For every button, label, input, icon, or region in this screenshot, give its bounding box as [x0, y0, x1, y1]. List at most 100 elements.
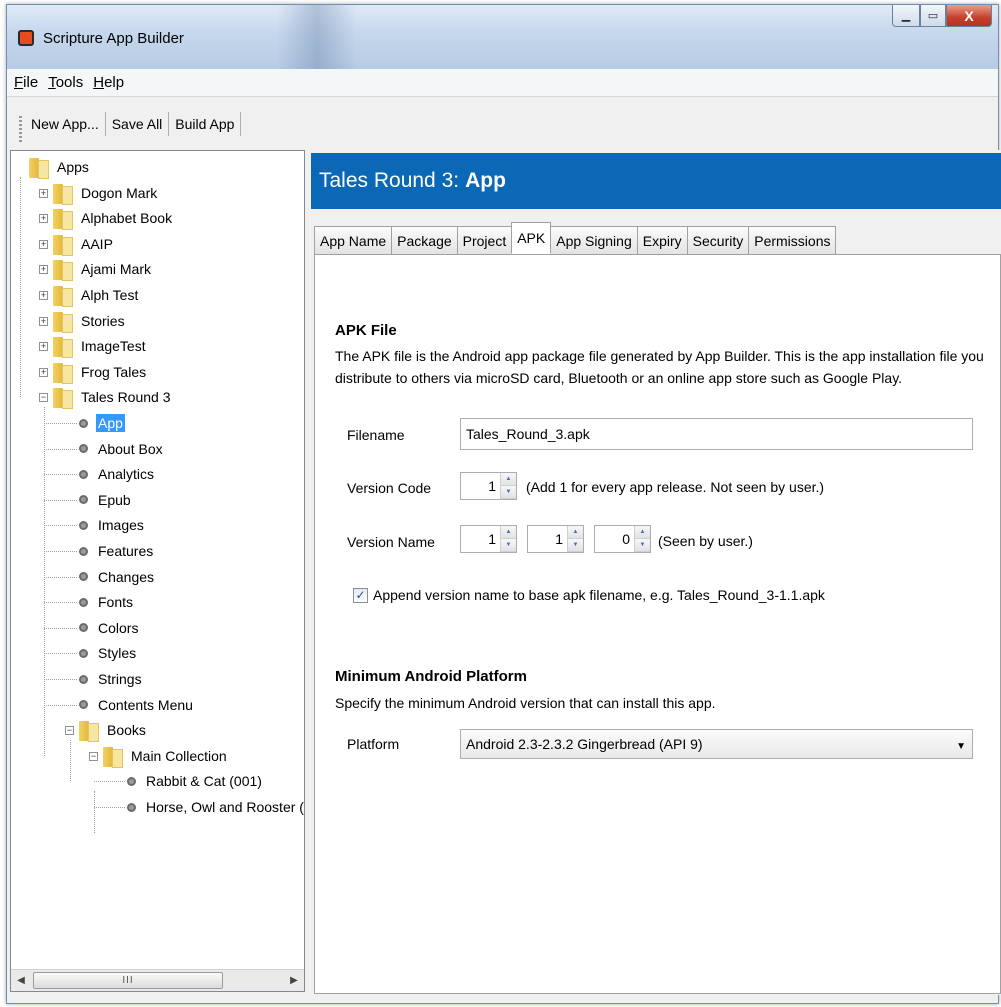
- tree-connector: [94, 807, 125, 808]
- collapse-icon[interactable]: −: [89, 751, 98, 761]
- app-tree[interactable]: Apps Dogon Mark + Alphabet Book + AAIP + Ajami …: [10, 150, 305, 992]
- expand-icon[interactable]: +: [39, 214, 48, 224]
- scroll-right-icon[interactable]: ▶: [284, 970, 304, 991]
- folder-icon: [103, 745, 123, 768]
- page-bullet-icon: [79, 648, 88, 658]
- tree-app-page[interactable]: Colors: [79, 616, 140, 640]
- tree-app-page[interactable]: Styles: [79, 641, 138, 665]
- expand-icon[interactable]: +: [39, 291, 48, 300]
- spin-down-icon[interactable]: ▼: [568, 539, 583, 552]
- title-bar[interactable]: Scripture App Builder ▁ ▭ X: [7, 5, 998, 69]
- tree-app-page[interactable]: Strings: [79, 667, 144, 691]
- tab-app-signing[interactable]: App Signing: [550, 226, 638, 254]
- folder-icon: [53, 182, 73, 205]
- tab-apk[interactable]: APK: [511, 222, 552, 254]
- expand-icon[interactable]: +: [39, 316, 48, 326]
- tree-book-item[interactable]: Horse, Owl and Rooster (: [127, 795, 304, 819]
- build-app-button[interactable]: Build App: [169, 112, 242, 136]
- save-all-button[interactable]: Save All: [106, 112, 170, 136]
- tree-app-page[interactable]: Contents Menu: [79, 693, 195, 717]
- tree-app-page[interactable]: Images: [79, 513, 146, 537]
- tree-app-page[interactable]: Changes: [79, 565, 156, 589]
- menu-file[interactable]: File: [14, 74, 38, 91]
- tree-app-item[interactable]: Ajami Mark: [53, 257, 153, 282]
- tab-app-name[interactable]: App Name: [314, 226, 393, 254]
- spin-down-icon[interactable]: ▼: [635, 539, 650, 552]
- collapse-icon[interactable]: −: [39, 393, 48, 403]
- tree-node-label: Rabbit & Cat (001): [146, 773, 262, 790]
- tree-app-item[interactable]: Alphabet Book: [53, 206, 174, 231]
- tree-book-item[interactable]: Rabbit & Cat (001): [127, 769, 264, 793]
- collapse-icon[interactable]: −: [65, 726, 74, 736]
- tree-app-item[interactable]: Frog Tales: [53, 360, 148, 384]
- tree-connector: [44, 679, 77, 680]
- filename-input[interactable]: Tales_Round_3.apk: [460, 418, 973, 450]
- tree-app-page[interactable]: About Box: [79, 437, 165, 461]
- version-name-minor-stepper[interactable]: 1 ▲ ▼: [527, 525, 584, 553]
- tree-books-folder[interactable]: Books: [79, 718, 148, 743]
- scroll-left-icon[interactable]: ◀: [11, 970, 31, 991]
- tree-connector: [94, 781, 125, 783]
- maximize-button[interactable]: ▭: [920, 5, 946, 27]
- page-bullet-icon: [79, 674, 88, 684]
- version-code-value: 1: [488, 478, 496, 494]
- tab-permissions[interactable]: Permissions: [748, 226, 837, 254]
- toolbar-grip[interactable]: [19, 116, 22, 142]
- tree-node-label: Main Collection: [131, 747, 227, 764]
- version-code-hint: (Add 1 for every app release. Not seen b…: [526, 479, 825, 495]
- version-code-stepper[interactable]: 1 ▲ ▼: [460, 472, 517, 500]
- platform-select[interactable]: Android 2.3-2.3.2 Gingerbread (API 9) ▼: [460, 729, 973, 759]
- version-name-patch-stepper[interactable]: 0 ▲ ▼: [594, 525, 651, 553]
- spin-up-icon[interactable]: ▲: [501, 526, 516, 539]
- tree-current-app[interactable]: Tales Round 3: [53, 385, 173, 410]
- spin-up-icon[interactable]: ▲: [501, 473, 516, 486]
- tree-app-page[interactable]: App: [79, 411, 125, 435]
- folder-icon: [53, 233, 73, 256]
- header-page-name: App: [465, 169, 506, 192]
- header-app-name: Tales Round 3:: [319, 169, 460, 192]
- spin-up-icon[interactable]: ▲: [635, 526, 650, 539]
- close-button[interactable]: X: [946, 5, 992, 27]
- tree-app-page[interactable]: Epub: [79, 488, 133, 512]
- tree-node-label: Epub: [98, 491, 131, 508]
- spin-down-icon[interactable]: ▼: [501, 539, 516, 552]
- menu-tools[interactable]: Tools: [48, 74, 83, 91]
- tab-package[interactable]: Package: [391, 226, 458, 254]
- apk-file-description: The APK file is the Android app package …: [335, 348, 984, 386]
- tree-horizontal-scrollbar[interactable]: ◀ III ▶: [11, 969, 304, 991]
- tree-app-item[interactable]: AAIP: [53, 232, 115, 256]
- tree-node-label: Ajami Mark: [81, 261, 152, 278]
- expand-icon[interactable]: +: [39, 367, 48, 377]
- page-bullet-icon: [79, 520, 88, 530]
- tree-app-item[interactable]: Dogon Mark: [53, 181, 159, 205]
- tree-collection-folder[interactable]: Main Collection: [103, 744, 229, 768]
- tab-expiry[interactable]: Expiry: [636, 226, 688, 254]
- tab-security[interactable]: Security: [686, 226, 750, 254]
- expand-icon[interactable]: +: [39, 342, 48, 352]
- tree-node-label: ImageTest: [81, 338, 146, 355]
- menu-help[interactable]: Help: [93, 74, 124, 91]
- tab-project[interactable]: Project: [456, 226, 513, 254]
- expand-icon[interactable]: +: [39, 239, 48, 249]
- tree-app-page[interactable]: Fonts: [79, 590, 135, 614]
- spin-down-icon[interactable]: ▼: [501, 486, 516, 499]
- scroll-thumb[interactable]: III: [33, 972, 223, 989]
- minimize-button[interactable]: ▁: [892, 5, 920, 27]
- tree-app-page[interactable]: Analytics: [79, 462, 156, 486]
- spin-up-icon[interactable]: ▲: [568, 526, 583, 539]
- tree-root-apps[interactable]: Apps: [29, 155, 91, 179]
- append-version-checkbox[interactable]: ✓: [353, 588, 368, 603]
- toolbar: New App... Save All Build App: [7, 98, 998, 150]
- version-name-major-stepper[interactable]: 1 ▲ ▼: [460, 525, 517, 553]
- expand-icon[interactable]: +: [39, 188, 48, 198]
- new-app-button[interactable]: New App...: [25, 112, 106, 136]
- tree-app-item[interactable]: Stories: [53, 309, 127, 333]
- tree-app-item[interactable]: ImageTest: [53, 334, 148, 359]
- tree-connector: [44, 474, 77, 476]
- expand-icon[interactable]: +: [39, 265, 48, 275]
- tree-connector: [70, 739, 71, 782]
- tree-app-page[interactable]: Features: [79, 539, 155, 563]
- tree-app-item[interactable]: Alph Test: [53, 283, 140, 307]
- apk-tab-panel: APK File The APK file is the Android app…: [314, 254, 1001, 994]
- tree-connector: [44, 448, 77, 450]
